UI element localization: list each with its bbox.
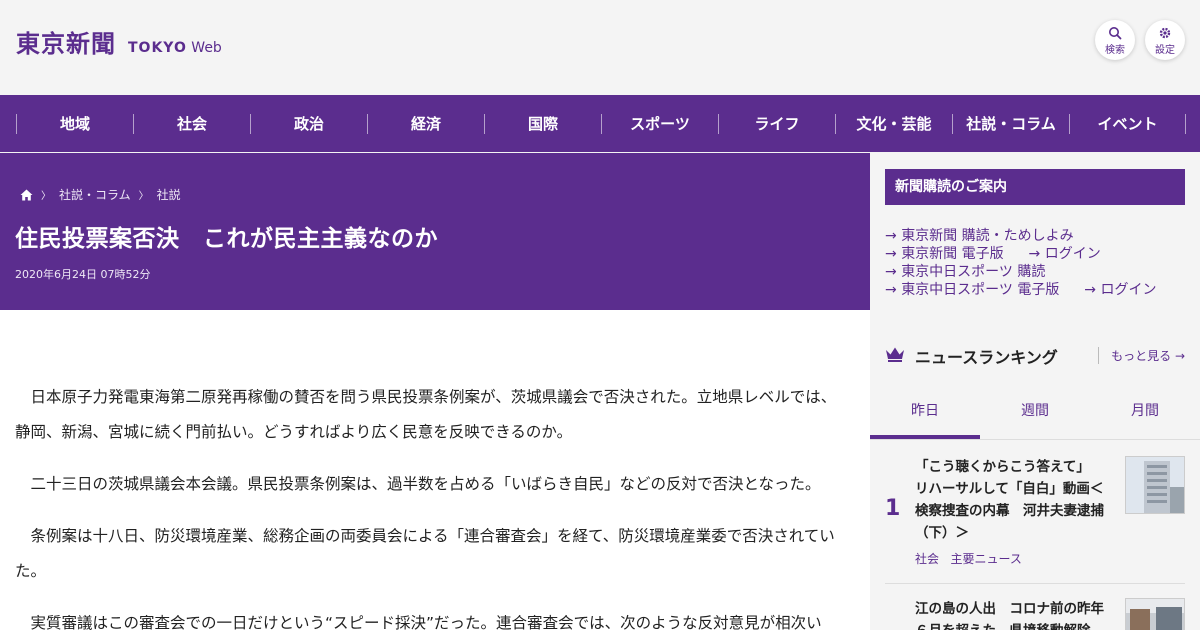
logo-english: TOKYO Web (128, 40, 222, 56)
ranking-title: ニュースランキング (915, 348, 1058, 367)
article-paragraph: 日本原子力発電東海第二原発再稼働の賛否を問う県民投票条例案が、茨城県議会で否決さ… (15, 388, 837, 441)
tab-yesterday[interactable]: 昨日 (870, 388, 980, 439)
sidebar: 新聞購読のご案内 → 東京新聞 購読・ためしよみ → 東京新聞 電子版 → ログ… (870, 153, 1200, 630)
subscription-link-row: → 東京新聞 購読・ためしよみ (885, 225, 1074, 245)
ranking-thumbnail[interactable] (1125, 598, 1185, 630)
gear-icon (1159, 27, 1171, 39)
breadcrumb: 〉 社説・コラム 〉 社説 (20, 186, 181, 203)
logo-japanese: 東京新聞 (16, 29, 116, 58)
nav-item-society[interactable]: 社会 (133, 113, 250, 134)
article-title: 住民投票案否決 これが民主主義なのか (15, 226, 438, 252)
ranking-tags: 社会 主要ニュース (915, 550, 1022, 567)
article-header: 〉 社説・コラム 〉 社説 住民投票案否決 これが民主主義なのか 2020年6月… (0, 153, 870, 310)
arrow-right-icon: → (885, 282, 897, 298)
login-link-tokyo-digital[interactable]: ログイン (1045, 246, 1101, 262)
arrow-right-icon: → (1084, 282, 1096, 298)
ranking-number: 1 (885, 496, 901, 521)
breadcrumb-separator: 〉 (138, 191, 149, 202)
subscription-link-row: → 東京中日スポーツ 電子版 → ログイン (885, 279, 1156, 299)
subscription-link-chunichi-sports[interactable]: 東京中日スポーツ 購読 (901, 264, 1045, 280)
ranking-divider (885, 583, 1185, 584)
building-image (1126, 457, 1184, 513)
search-icon (1109, 27, 1122, 40)
arrow-right-icon: → (1174, 349, 1185, 363)
subscription-link-row: → 東京中日スポーツ 購読 (885, 261, 1045, 281)
login-link-chunichi-digital[interactable]: ログイン (1100, 282, 1156, 298)
breadcrumb-item-editorial-column[interactable]: 社説・コラム (59, 186, 131, 203)
nav-item-culture[interactable]: 文化・芸能 (835, 113, 952, 134)
tab-weekly[interactable]: 週間 (980, 388, 1090, 439)
crown-icon (886, 347, 904, 362)
global-nav: 地域 社会 政治 経済 国際 スポーツ ライフ 文化・芸能 社説・コラム イベン… (0, 95, 1200, 152)
arrow-right-icon: → (1028, 246, 1041, 262)
nav-item-editorial[interactable]: 社説・コラム (952, 113, 1069, 134)
article-paragraph: 二十三日の茨城県議会本会議。県民投票条例案は、過半数を占める「いばらき自民」など… (30, 475, 821, 493)
arrow-right-icon: → (885, 228, 897, 244)
ranking-thumbnail[interactable] (1125, 456, 1185, 514)
subscription-heading: 新聞購読のご案内 (885, 169, 1185, 205)
subscription-link-chunichi-digital[interactable]: 東京中日スポーツ 電子版 (901, 282, 1059, 298)
subscription-link-tokyo-shimbun[interactable]: 東京新聞 購読・ためしよみ (901, 228, 1073, 244)
subscription-link-row: → 東京新聞 電子版 → ログイン (885, 243, 1101, 263)
site-logo[interactable]: 東京新聞 TOKYO Web (16, 24, 222, 59)
home-icon[interactable] (20, 189, 33, 201)
nav-item-life[interactable]: ライフ (718, 113, 835, 134)
nav-item-sports[interactable]: スポーツ (601, 113, 718, 134)
ranking-header: ニュースランキング もっと見る → (885, 343, 1185, 367)
article-body: 日本原子力発電東海第二原発再稼働の賛否を問う県民投票条例案が、茨城県議会で否決さ… (0, 310, 870, 630)
ranking-tag[interactable]: 主要ニュース (950, 552, 1021, 566)
nav-item-economy[interactable]: 経済 (367, 113, 484, 134)
ranking-tag[interactable]: 社会 (915, 552, 939, 566)
ranking-tabs: 昨日 週間 月間 (870, 388, 1200, 440)
nav-item-politics[interactable]: 政治 (250, 113, 367, 134)
article-paragraph: 実質審議はこの審査会での一日だけという“スピード採決”だった。連合審査会では、次… (30, 614, 822, 630)
nav-item-international[interactable]: 国際 (484, 113, 601, 134)
article-date: 2020年6月24日 07時52分 (15, 268, 151, 281)
site-header: 東京新聞 TOKYO Web 検索 設定 (0, 0, 1200, 95)
arrow-right-icon: → (885, 264, 897, 280)
ranking-headline: 江の島の人出 コロナ前の昨年 ６月を超えた 県境移動解除 (915, 601, 1104, 630)
tab-monthly[interactable]: 月間 (1090, 388, 1200, 439)
street-image (1126, 599, 1184, 630)
breadcrumb-item-editorial[interactable]: 社説 (157, 186, 181, 203)
arrow-right-icon: → (885, 246, 897, 262)
subscription-link-tokyo-digital[interactable]: 東京新聞 電子版 (901, 246, 1003, 262)
search-button[interactable]: 検索 (1095, 20, 1135, 60)
settings-label: 設定 (1155, 45, 1175, 56)
settings-button[interactable]: 設定 (1145, 20, 1185, 60)
search-label: 検索 (1105, 45, 1125, 56)
nav-item-region[interactable]: 地域 (16, 113, 133, 134)
ranking-headline: 「こう聴くからこう答えて」 リハーサルして「自白」動画＜ 検察捜査の内幕 河井夫… (915, 459, 1104, 541)
breadcrumb-separator: 〉 (41, 191, 51, 202)
nav-item-events[interactable]: イベント (1069, 113, 1186, 134)
ranking-more-link[interactable]: もっと見る → (1098, 347, 1185, 364)
article-paragraph: 条例案は十八日、防災環境産業、総務企画の両委員会による「連合審査会」を経て、防災… (15, 527, 835, 580)
